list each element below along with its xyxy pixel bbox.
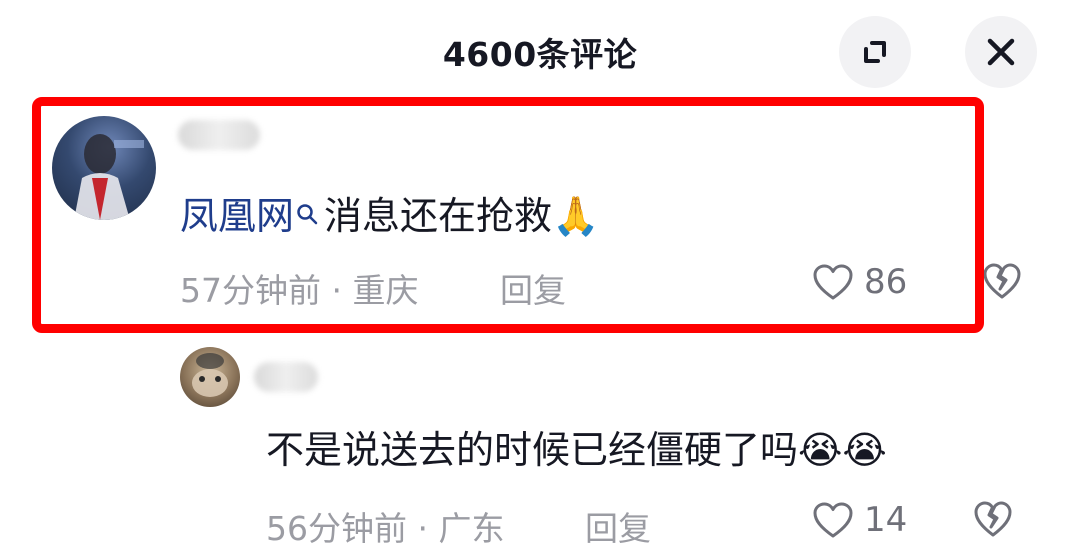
- like-button[interactable]: 86: [812, 262, 907, 302]
- heart-icon: [813, 264, 853, 300]
- expand-button[interactable]: [839, 16, 911, 88]
- search-icon[interactable]: [296, 186, 318, 238]
- like-button[interactable]: 14: [812, 500, 907, 540]
- comment-text: 不是说送去的时候已经僵硬了吗😭😭: [266, 428, 887, 472]
- reply-button[interactable]: 回复: [500, 264, 566, 312]
- comment-time-location: 56分钟前 · 广东: [266, 509, 505, 548]
- mention-link[interactable]: 凤凰网: [180, 194, 294, 238]
- close-icon: [987, 38, 1015, 66]
- like-count: 86: [864, 262, 908, 302]
- close-button[interactable]: [965, 16, 1037, 88]
- comments-count-title: 4600条评论: [442, 35, 638, 74]
- heart-icon: [813, 502, 853, 538]
- broken-heart-icon: [974, 501, 1012, 537]
- avatar-image: [74, 134, 144, 220]
- expand-icon: [864, 41, 886, 63]
- comments-header: 4600条评论: [0, 0, 1080, 100]
- reply-button[interactable]: 回复: [585, 502, 651, 550]
- like-count: 14: [864, 500, 908, 540]
- username-blurred[interactable]: [178, 120, 260, 150]
- broken-heart-icon: [983, 263, 1021, 299]
- comment-time-location: 57分钟前 · 重庆: [180, 271, 419, 310]
- avatar-image: [192, 353, 228, 397]
- dislike-button[interactable]: [973, 500, 1013, 542]
- avatar[interactable]: [52, 116, 156, 220]
- comment-text: 凤凰网 消息还在抢救🙏: [180, 186, 599, 242]
- comment-body: 消息还在抢救🙏: [324, 194, 600, 238]
- username-blurred[interactable]: [254, 362, 318, 392]
- avatar[interactable]: [180, 347, 240, 407]
- dislike-button[interactable]: [982, 262, 1022, 304]
